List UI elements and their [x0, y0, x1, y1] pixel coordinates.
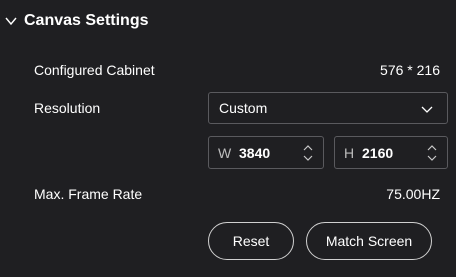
height-stepper[interactable]: H 2160	[334, 136, 448, 169]
chevron-down-icon	[421, 106, 433, 113]
resolution-dropdown[interactable]: Custom	[208, 92, 448, 124]
width-stepper[interactable]: W 3840	[208, 136, 324, 169]
chevron-down-icon[interactable]	[4, 14, 18, 28]
width-value[interactable]: 3840	[239, 145, 270, 161]
configured-cabinet-value: 576 * 216	[380, 62, 440, 78]
section-title: Canvas Settings	[24, 12, 149, 29]
reset-button[interactable]: Reset	[208, 222, 294, 260]
resolution-label: Resolution	[34, 100, 101, 116]
height-value[interactable]: 2160	[362, 145, 393, 161]
canvas-settings-panel: Canvas Settings Configured Cabinet 576 *…	[0, 0, 456, 277]
configured-cabinet-label: Configured Cabinet	[34, 62, 155, 78]
stepper-arrows-icon[interactable]	[303, 144, 313, 162]
height-prefix: H	[344, 145, 355, 161]
section-header[interactable]: Canvas Settings	[0, 0, 456, 44]
match-screen-button[interactable]: Match Screen	[306, 222, 432, 260]
frame-rate-value: 75.00HZ	[386, 186, 440, 202]
frame-rate-label: Max. Frame Rate	[34, 186, 143, 202]
width-prefix: W	[218, 145, 232, 161]
stepper-arrows-icon[interactable]	[427, 144, 437, 162]
resolution-selected-value: Custom	[219, 100, 268, 116]
